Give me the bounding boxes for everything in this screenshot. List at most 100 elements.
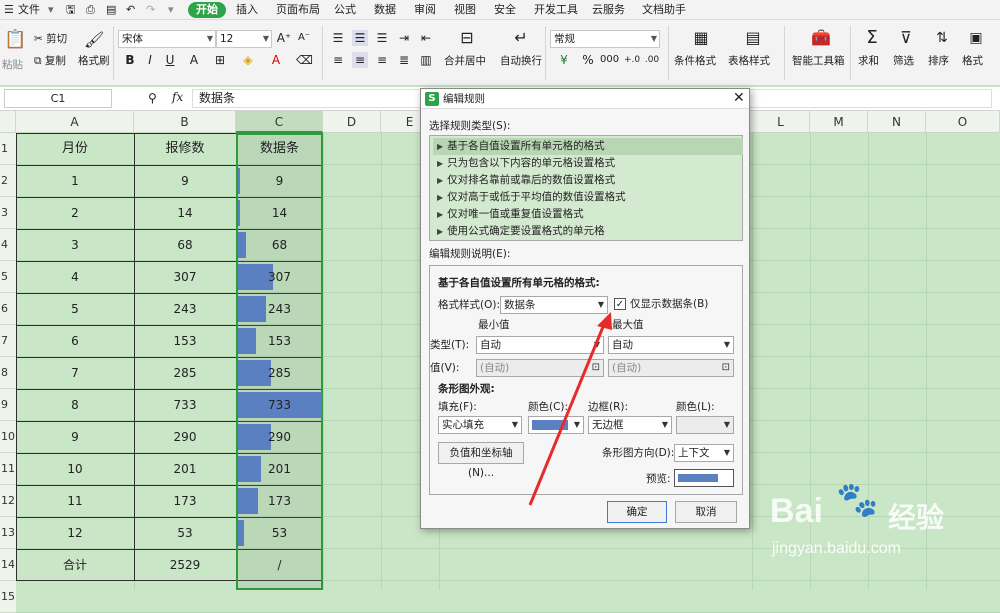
show-bar-only-checkbox[interactable]: ✓ — [614, 298, 626, 310]
percent-icon[interactable]: % — [580, 52, 596, 68]
max-value-input[interactable]: (自动) ⊡ — [608, 359, 734, 377]
format-painter-icon[interactable]: 🖌 — [84, 32, 104, 48]
rule-type-item[interactable]: ▶ 只为包含以下内容的单元格设置格式 — [433, 155, 743, 172]
rule-type-list[interactable]: ▶ 基于各自值设置所有单元格的格式 ▶ 只为包含以下内容的单元格设置格式 ▶ 仅对排名… — [429, 135, 743, 241]
column-header-o[interactable]: O — [926, 111, 1000, 133]
rule-type-item[interactable]: ▶ 基于各自值设置所有单元格的格式 — [433, 138, 743, 155]
bold-icon[interactable]: B — [122, 52, 138, 68]
column-header-m[interactable]: M — [810, 111, 868, 133]
font-name-select[interactable]: 宋体 ▼ — [118, 30, 216, 48]
cell-count[interactable]: 153 — [134, 325, 236, 357]
cell-databar[interactable]: 307 — [236, 261, 323, 293]
select-all-corner[interactable] — [0, 111, 16, 133]
row-header[interactable]: 12 — [0, 485, 16, 517]
row-header[interactable]: 10 — [0, 421, 16, 453]
tab-view[interactable]: 视图 — [454, 2, 476, 18]
merge-center-button[interactable]: 合并居中 — [444, 54, 486, 68]
cell-month[interactable]: 3 — [16, 229, 134, 261]
cell-total-count[interactable]: 2529 — [134, 549, 236, 581]
header-databar[interactable]: 数据条 — [236, 133, 323, 165]
outdent-icon[interactable]: ⇤ — [418, 30, 434, 46]
row-header[interactable]: 9 — [0, 389, 16, 421]
fill-color-icon[interactable]: ◈ — [240, 52, 256, 68]
cell-month[interactable]: 12 — [16, 517, 134, 549]
cell-databar[interactable]: 9 — [236, 165, 323, 197]
range-picker-icon[interactable]: ⊡ — [592, 360, 600, 376]
cell-month[interactable]: 9 — [16, 421, 134, 453]
header-count[interactable]: 报修数 — [134, 133, 236, 165]
cell-databar[interactable]: 53 — [236, 517, 323, 549]
align-top-icon[interactable]: ☰ — [330, 30, 346, 46]
tab-insert[interactable]: 插入 — [236, 2, 258, 18]
sort-button[interactable]: 排序 — [928, 54, 949, 68]
sort-icon[interactable]: ⇅ — [932, 30, 952, 46]
tab-doc-assistant[interactable]: 文档助手 — [642, 2, 686, 18]
tab-cloud[interactable]: 云服务 — [592, 2, 625, 18]
undo-icon[interactable]: ↶ — [126, 2, 135, 18]
column-header-d[interactable]: D — [323, 111, 381, 133]
row-header[interactable]: 2 — [0, 165, 16, 197]
filter-button[interactable]: 筛选 — [893, 54, 914, 68]
row-header[interactable]: 3 — [0, 197, 16, 229]
rule-type-item[interactable]: ▶ 仅对高于或低于平均值的数值设置格式 — [433, 189, 743, 206]
tab-home[interactable]: 开始 — [188, 2, 226, 18]
font-grow-icon[interactable]: A⁺ — [276, 30, 292, 46]
cell-total-label[interactable]: 合计 — [16, 549, 134, 581]
strikethrough-icon[interactable]: A — [186, 52, 202, 68]
cell-month[interactable]: 1 — [16, 165, 134, 197]
row-header[interactable]: 5 — [0, 261, 16, 293]
row-header[interactable]: 4 — [0, 229, 16, 261]
merge-center-icon[interactable]: ⊟ — [456, 30, 478, 46]
cell-month[interactable]: 5 — [16, 293, 134, 325]
row-header[interactable]: 1 — [0, 133, 16, 165]
cell-month[interactable]: 11 — [16, 485, 134, 517]
cell-databar[interactable]: 153 — [236, 325, 323, 357]
bar-direction-select[interactable]: 上下文 ▼ — [674, 444, 734, 462]
border-icon[interactable]: ⊞ — [212, 52, 228, 68]
cancel-button[interactable]: 取消 — [675, 501, 737, 523]
currency-icon[interactable]: ¥ — [556, 52, 572, 68]
row-header[interactable]: 11 — [0, 453, 16, 485]
cell-databar[interactable]: 14 — [236, 197, 323, 229]
wrap-text-button[interactable]: 自动换行 — [500, 54, 542, 68]
align-center-icon[interactable]: ≡ — [352, 52, 368, 68]
ok-button[interactable]: 确定 — [607, 501, 667, 523]
negative-axis-button[interactable]: 负值和坐标轴(N)... — [438, 442, 524, 479]
cell-count[interactable]: 290 — [134, 421, 236, 453]
cell-month[interactable]: 10 — [16, 453, 134, 485]
cell-databar[interactable]: 285 — [236, 357, 323, 389]
zoom-icon[interactable]: ⚲ — [148, 91, 157, 105]
name-box[interactable]: C1 — [4, 89, 112, 108]
cell-month[interactable]: 8 — [16, 389, 134, 421]
conditional-format-button[interactable]: 条件格式 — [674, 54, 716, 68]
row-header[interactable]: 8 — [0, 357, 16, 389]
font-size-select[interactable]: 12 ▼ — [216, 30, 272, 48]
fx-icon[interactable]: fx — [172, 90, 183, 104]
thousands-icon[interactable]: 000 — [600, 52, 619, 68]
font-shrink-icon[interactable]: A⁻ — [296, 30, 312, 46]
redo-icon[interactable]: ↷ — [146, 2, 155, 18]
row-header[interactable]: 13 — [0, 517, 16, 549]
tab-page-layout[interactable]: 页面布局 — [276, 2, 320, 18]
increase-decimal-icon[interactable]: +.0 — [624, 52, 640, 68]
rule-type-item[interactable]: ▶ 仅对唯一值或重复值设置格式 — [433, 206, 743, 223]
cell-databar[interactable]: 201 — [236, 453, 323, 485]
max-type-select[interactable]: 自动 ▼ — [608, 336, 734, 354]
more-icon[interactable]: ▾ — [168, 2, 174, 18]
column-header-l[interactable]: L — [752, 111, 810, 133]
sum-icon[interactable]: Σ — [862, 29, 882, 47]
cell-count[interactable]: 9 — [134, 165, 236, 197]
wrap-text-icon[interactable]: ↵ — [510, 30, 532, 46]
cell-count[interactable]: 307 — [134, 261, 236, 293]
row-header[interactable]: 15 — [0, 581, 16, 613]
filter-icon[interactable]: ⊽ — [896, 30, 916, 46]
justify-icon[interactable]: ≣ — [396, 52, 412, 68]
table-style-icon[interactable]: ▤ — [742, 30, 764, 46]
row-header[interactable]: 6 — [0, 293, 16, 325]
column-header-c[interactable]: C — [236, 111, 323, 133]
font-color-icon[interactable]: A — [268, 52, 284, 68]
tab-developer[interactable]: 开发工具 — [534, 2, 578, 18]
cell-databar[interactable]: 290 — [236, 421, 323, 453]
number-format-select[interactable]: 常规 ▼ — [550, 30, 660, 48]
tab-formulas[interactable]: 公式 — [334, 2, 356, 18]
